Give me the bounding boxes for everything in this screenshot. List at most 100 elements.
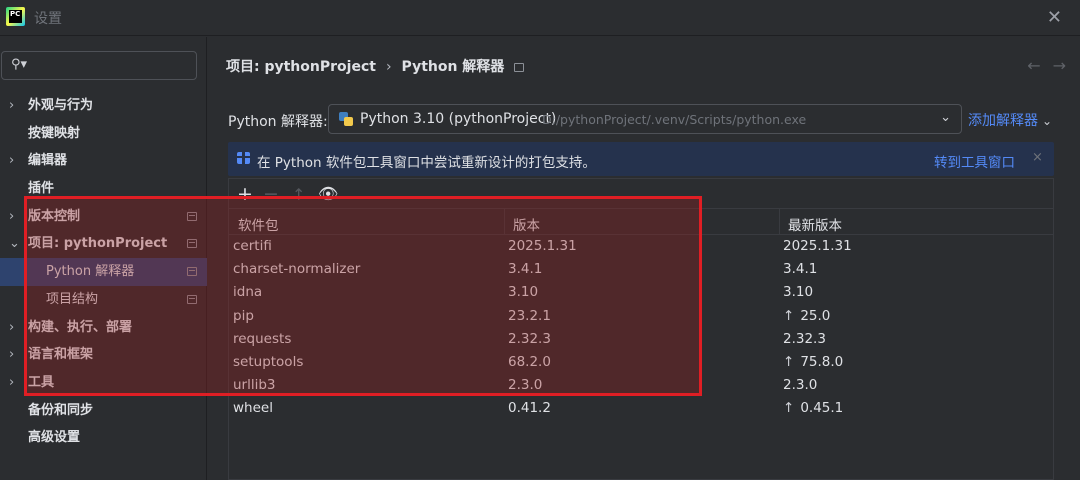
package-name: wheel [233, 400, 273, 417]
settings-sidebar: ⚲▾ › 外观与行为 按键映射 › 编辑器 插件 › 版本控制 ⌄ 项目: pythonProje… [0, 37, 207, 480]
sidebar-item[interactable]: › 版本控制 [0, 203, 207, 231]
breadcrumb-separator: › [385, 59, 392, 75]
add-interpreter-link[interactable]: 添加解释器 ⌄ [968, 110, 1052, 130]
table-row[interactable]: idna 3.10 3.10 [229, 282, 1053, 305]
sidebar-item-label: 项目结构 [46, 291, 99, 307]
settings-search[interactable]: ⚲▾ [1, 51, 197, 80]
table-header: 软件包 版本 最新版本 [229, 209, 1053, 235]
package-latest: ↑ 0.45.1 [783, 400, 843, 416]
sidebar-item-label: 构建、执行、部署 [28, 319, 133, 335]
chevron-icon[interactable]: › [9, 147, 14, 175]
back-arrow-icon[interactable]: ← [1027, 56, 1040, 75]
chevron-icon[interactable]: › [9, 341, 14, 369]
close-icon[interactable]: ✕ [1047, 7, 1062, 28]
package-name: certifi [233, 238, 272, 254]
table-row[interactable]: pip 23.2.1 ↑ 25.0 [229, 306, 1053, 329]
sidebar-item[interactable]: ⌄ 项目: pythonProject [0, 230, 207, 258]
sidebar-item-label: 按键映射 [28, 125, 81, 141]
sidebar-item[interactable]: › 语言和框架 [0, 341, 207, 369]
eye-icon[interactable]: 👁︎ [318, 184, 338, 203]
package-latest: 2.3.0 [783, 377, 817, 393]
package-latest: 3.10 [783, 284, 813, 300]
sidebar-item[interactable]: 备份和同步 [0, 397, 207, 425]
pin-icon [187, 211, 197, 221]
upgrade-package-icon[interactable]: ↑ [292, 185, 305, 204]
table-row[interactable]: requests 2.32.3 2.32.3 [229, 329, 1053, 352]
package-latest: ↑ 25.0 [783, 308, 830, 324]
chevron-down-icon[interactable]: ⌄ [940, 110, 951, 125]
sidebar-item[interactable]: › 工具 [0, 369, 207, 397]
interpreter-select[interactable]: Python 3.10 (pythonProject) D:/pythonPro… [328, 104, 962, 134]
sidebar-item[interactable]: › 编辑器 [0, 147, 207, 175]
package-name: requests [233, 330, 292, 347]
sidebar-item-label: 项目: pythonProject [28, 236, 168, 252]
sidebar-item-label: Python 解释器 [46, 264, 135, 280]
package-version: 68.2.0 [508, 353, 551, 370]
header-latest[interactable]: 最新版本 [788, 214, 842, 234]
chevron-icon[interactable]: › [9, 314, 14, 342]
package-name: pip [233, 307, 254, 324]
upgrade-arrow-icon: ↑ [783, 400, 795, 417]
banner-close-icon[interactable]: × [1032, 150, 1043, 165]
app-logo-icon: PC [6, 7, 25, 26]
package-name: charset-normalizer [233, 261, 361, 278]
sidebar-item[interactable]: Python 解释器 [0, 258, 207, 286]
latest-version-value: 75.8.0 [800, 353, 844, 370]
header-package[interactable]: 软件包 [238, 214, 279, 234]
chevron-icon[interactable]: › [9, 369, 14, 397]
sidebar-item[interactable]: › 外观与行为 [0, 92, 207, 120]
sidebar-item[interactable]: 插件 [0, 175, 207, 203]
column-divider[interactable] [779, 209, 780, 235]
window-title: 设置 [34, 11, 62, 27]
latest-version-value: 3.4.1 [783, 261, 818, 278]
pin-icon [187, 239, 197, 249]
latest-version-value: 3.10 [783, 284, 814, 301]
banner-text: 在 Python 软件包工具窗口中尝试重新设计的打包支持。 [257, 155, 596, 171]
header-version[interactable]: 版本 [513, 214, 540, 234]
latest-version-value: 2.3.0 [783, 377, 818, 394]
package-version: 2.32.3 [508, 330, 551, 347]
add-package-icon[interactable]: + [237, 183, 253, 205]
sidebar-item[interactable]: 项目结构 [0, 286, 207, 314]
table-row[interactable]: wheel 0.41.2 ↑ 0.45.1 [229, 398, 1053, 421]
sidebar-item[interactable]: 高级设置 [0, 424, 207, 452]
package-latest: 3.4.1 [783, 261, 817, 277]
upgrade-arrow-icon: ↑ [783, 353, 795, 370]
chevron-icon[interactable]: › [9, 92, 14, 120]
sidebar-item-label: 语言和框架 [28, 347, 94, 363]
latest-version-value: 2025.1.31 [783, 238, 852, 254]
latest-version-value: 25.0 [800, 307, 831, 324]
go-to-tool-window-link[interactable]: 转到工具窗口 [934, 151, 1015, 171]
pin-icon [187, 267, 197, 277]
package-version: 3.10 [508, 284, 539, 301]
column-divider[interactable] [504, 209, 505, 235]
upgrade-arrow-icon: ↑ [783, 307, 795, 324]
pin-icon [187, 294, 197, 304]
package-latest: 2.32.3 [783, 331, 826, 347]
interpreter-label: Python 解释器: [228, 114, 328, 130]
forward-arrow-icon[interactable]: → [1053, 56, 1066, 75]
sidebar-item[interactable]: › 构建、执行、部署 [0, 314, 207, 342]
table-row[interactable]: charset-normalizer 3.4.1 3.4.1 [229, 259, 1053, 282]
python-icon [339, 112, 353, 126]
breadcrumb: 项目: pythonProject › Python 解释器 [226, 56, 525, 76]
package-version: 23.2.1 [508, 307, 551, 324]
table-row[interactable]: certifi 2025.1.31 2025.1.31 [229, 236, 1053, 259]
interpreter-name: Python 3.10 (pythonProject) [360, 111, 557, 127]
search-input[interactable] [34, 56, 184, 75]
chevron-icon[interactable]: › [9, 203, 14, 231]
breadcrumb-current: Python 解释器 [401, 59, 505, 75]
breadcrumb-parent[interactable]: 项目: pythonProject [226, 59, 376, 75]
packages-toolbar: + − ↑ 👁︎ [229, 179, 1053, 209]
sidebar-item-label: 版本控制 [28, 208, 81, 224]
sidebar-item-label: 高级设置 [28, 430, 81, 446]
sidebar-item[interactable]: 按键映射 [0, 120, 207, 148]
package-latest: 2025.1.31 [783, 238, 852, 254]
remove-package-icon[interactable]: − [263, 183, 279, 205]
chevron-icon[interactable]: ⌄ [9, 230, 20, 258]
title-bar: PC 设置 ✕ [0, 0, 1080, 36]
table-row[interactable]: setuptools 68.2.0 ↑ 75.8.0 [229, 352, 1053, 375]
package-version: 3.4.1 [508, 261, 543, 278]
table-row[interactable]: urllib3 2.3.0 2.3.0 [229, 375, 1053, 398]
history-nav: ← → [1015, 56, 1066, 75]
